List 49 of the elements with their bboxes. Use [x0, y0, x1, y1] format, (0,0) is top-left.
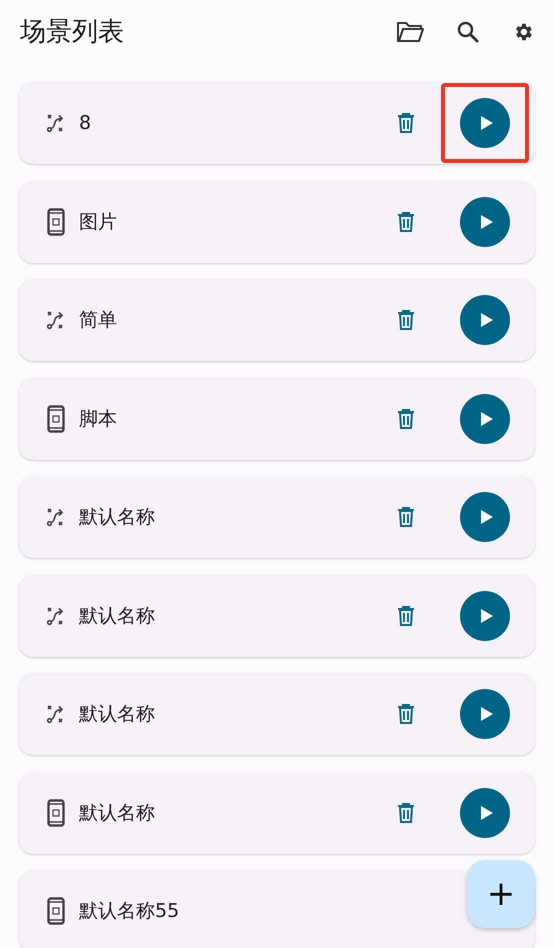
play-icon [480, 706, 494, 722]
scene-name: 图片 [79, 210, 118, 234]
scene-name: 默认名称55 [79, 899, 180, 924]
delete-icon[interactable] [397, 212, 415, 232]
play-icon [480, 509, 494, 525]
phone-icon [45, 897, 67, 925]
play-button[interactable] [460, 788, 510, 838]
delete-icon[interactable] [397, 408, 415, 428]
play-button[interactable] [460, 295, 510, 345]
play-button[interactable] [460, 492, 510, 542]
scene-name: 默认名称 [79, 604, 156, 628]
delete-icon[interactable] [397, 606, 415, 626]
folder-icon[interactable] [396, 20, 424, 44]
play-button[interactable] [460, 98, 510, 148]
delete-icon[interactable] [397, 113, 415, 133]
play-icon [480, 608, 494, 624]
play-button[interactable] [460, 196, 510, 246]
scene-card[interactable]: 简单 [19, 279, 535, 361]
play-icon [480, 214, 494, 230]
scene-name: 脚本 [79, 406, 118, 432]
scene-name: 默认名称 [79, 505, 156, 530]
phone-icon [45, 208, 67, 236]
phone-icon [45, 404, 67, 432]
phone-icon [45, 798, 67, 826]
scene-card[interactable]: 脚本 [19, 378, 535, 460]
scene-name: 默认名称 [79, 800, 156, 826]
page-title: 场景列表 [20, 16, 124, 49]
add-button[interactable]: + [467, 860, 535, 928]
scene-name: 默认名称 [79, 702, 156, 727]
scene-card[interactable]: 默认名称 [19, 673, 535, 755]
play-icon [480, 410, 494, 426]
play-icon [480, 804, 494, 820]
delete-icon[interactable] [397, 704, 415, 724]
search-icon[interactable] [456, 20, 480, 44]
play-button[interactable] [460, 590, 510, 640]
play-icon [480, 115, 494, 131]
delete-icon[interactable] [397, 507, 415, 527]
delete-icon[interactable] [397, 310, 415, 330]
play-button[interactable] [460, 689, 510, 739]
scene-name: 简单 [79, 308, 118, 333]
scene-card[interactable]: 默认名称 [19, 476, 535, 558]
play-icon [480, 312, 494, 328]
play-button[interactable] [460, 394, 510, 444]
scene-card[interactable]: 默认名称 [19, 772, 535, 854]
delete-icon[interactable] [397, 802, 415, 822]
scene-card[interactable]: 图片 [19, 180, 535, 262]
scene-card[interactable]: 默认名称 [19, 574, 535, 656]
scene-card[interactable]: 8 [19, 82, 535, 164]
scene-name: 8 [79, 112, 92, 134]
